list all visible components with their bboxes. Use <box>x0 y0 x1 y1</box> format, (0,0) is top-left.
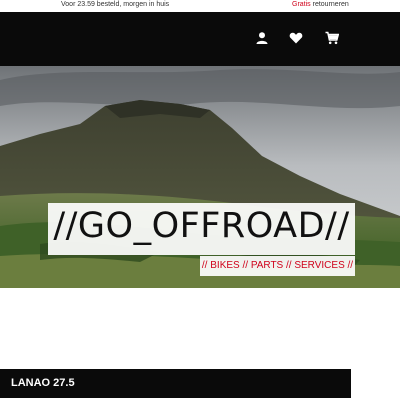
cart-icon[interactable] <box>325 31 339 45</box>
shipping-notice: Voor 23.59 besteld, morgen in huis <box>61 1 170 8</box>
hero-subtitle-box: // BIKES // PARTS // SERVICES // <box>200 256 355 276</box>
heart-icon[interactable] <box>289 31 303 45</box>
hero-banner[interactable]: //GO_OFFROAD// // BIKES // PARTS // SERV… <box>0 66 400 288</box>
hero-title-box: //GO_OFFROAD// <box>48 203 355 255</box>
product-title-bar[interactable]: LANAO 27.5 <box>0 369 351 398</box>
top-info-bar: Voor 23.59 besteld, morgen in huis Grati… <box>0 0 400 12</box>
returns-label: retourneren <box>310 1 349 8</box>
site-header <box>0 12 400 66</box>
product-name: LANAO 27.5 <box>11 377 75 389</box>
returns-free-label: Gratis <box>292 1 311 8</box>
hero-title: //GO_OFFROAD// <box>53 206 350 246</box>
hero-subtitle: // BIKES // PARTS // SERVICES // <box>201 260 354 271</box>
account-icon[interactable] <box>255 31 269 45</box>
returns-notice[interactable]: Gratis retourneren <box>292 1 349 8</box>
